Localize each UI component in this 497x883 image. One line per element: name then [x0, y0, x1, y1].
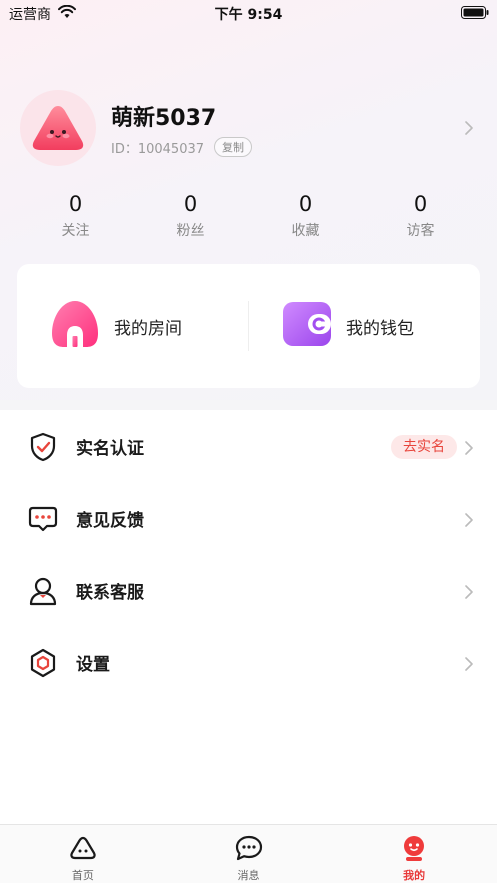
- stat-value: 0: [413, 192, 428, 216]
- hexagon-settings-icon: [28, 648, 58, 678]
- menu-label: 联系客服: [76, 582, 144, 603]
- stat-visitors[interactable]: 0 访客: [363, 192, 478, 240]
- quick-access-card: 我的房间 我的钱包: [17, 264, 480, 388]
- room-icon: [50, 299, 100, 353]
- menu-label: 实名认证: [76, 438, 144, 459]
- chevron-right-icon: [465, 584, 473, 603]
- wallet-icon: [282, 301, 332, 351]
- chevron-right-icon: [465, 440, 473, 459]
- message-icon: [235, 835, 263, 865]
- verify-badge[interactable]: 去实名: [391, 435, 457, 459]
- tab-messages[interactable]: 消息: [166, 825, 332, 883]
- chevron-right-icon: [465, 512, 473, 531]
- my-wallet-entry[interactable]: 我的钱包: [249, 264, 480, 388]
- shield-check-icon: [28, 432, 58, 462]
- copy-id-button[interactable]: 复制: [214, 137, 253, 157]
- my-room-label: 我的房间: [114, 318, 182, 339]
- home-face-icon: [69, 835, 97, 865]
- avatar[interactable]: [20, 90, 96, 166]
- chevron-right-icon: [465, 656, 473, 675]
- stat-label: 收藏: [291, 223, 320, 239]
- stat-following[interactable]: 0 关注: [18, 192, 133, 240]
- tab-home[interactable]: 首页: [0, 825, 166, 883]
- chat-bubble-icon: [28, 504, 58, 534]
- battery-icon: [461, 6, 489, 23]
- stat-fans[interactable]: 0 粉丝: [133, 192, 248, 240]
- stats-row: 0 关注 0 粉丝 0 收藏 0 访客: [18, 192, 478, 240]
- bottom-tab-bar: 首页 消息 我的: [0, 824, 497, 883]
- stat-value: 0: [183, 192, 198, 216]
- stat-label: 关注: [61, 223, 90, 239]
- section-separator: [0, 400, 497, 410]
- stat-favorites[interactable]: 0 收藏: [248, 192, 363, 240]
- menu-label: 设置: [76, 654, 110, 675]
- my-room-entry[interactable]: 我的房间: [17, 264, 248, 388]
- my-wallet-label: 我的钱包: [346, 318, 414, 339]
- menu-item-customer-service[interactable]: 联系客服: [0, 554, 497, 626]
- uid-row: ID：10045037 复制: [111, 137, 253, 157]
- nickname: 萌新5037: [111, 106, 217, 131]
- stat-label: 粉丝: [176, 223, 205, 239]
- stat-value: 0: [68, 192, 83, 216]
- stat-value: 0: [298, 192, 313, 216]
- person-icon: [28, 576, 58, 606]
- menu-label: 意见反馈: [76, 510, 144, 531]
- tab-label: 首页: [71, 869, 94, 882]
- stat-label: 访客: [406, 223, 435, 239]
- menu-item-settings[interactable]: 设置: [0, 626, 497, 698]
- menu-item-verification[interactable]: 实名认证 去实名: [0, 410, 497, 482]
- chevron-right-icon[interactable]: [465, 120, 473, 139]
- menu-item-feedback[interactable]: 意见反馈: [0, 482, 497, 554]
- status-clock: 下午 9:54: [214, 7, 283, 23]
- mine-avatar-icon: [400, 835, 428, 867]
- tab-label: 消息: [237, 869, 260, 882]
- user-id: ID：10045037: [111, 141, 205, 157]
- tab-label: 我的: [403, 869, 426, 882]
- status-bar: 运营商 下午 9:54: [0, 0, 497, 26]
- settings-menu: 实名认证 去实名 意见反馈 联系客服 设置: [0, 410, 497, 698]
- avatar-mascot-icon: [32, 106, 84, 150]
- tab-mine[interactable]: 我的: [331, 825, 497, 883]
